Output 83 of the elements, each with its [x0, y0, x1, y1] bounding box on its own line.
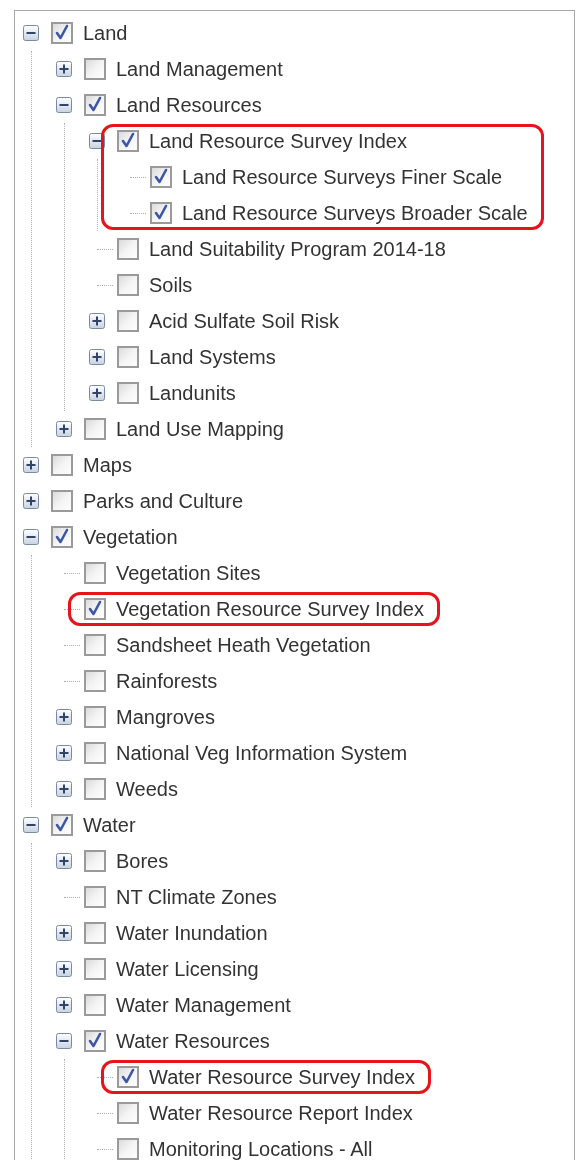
layer-label[interactable]: Land Systems	[149, 345, 276, 369]
layer-label[interactable]: Water Inundation	[116, 921, 268, 945]
checkbox[interactable]	[51, 490, 73, 512]
layer-label[interactable]: Land Use Mapping	[116, 417, 284, 441]
checkbox[interactable]	[84, 562, 106, 584]
checkbox[interactable]	[84, 922, 106, 944]
checkbox[interactable]	[84, 778, 106, 800]
checkbox[interactable]	[117, 1066, 139, 1088]
collapse-icon[interactable]	[56, 97, 72, 113]
layer-label[interactable]: Land Resources	[116, 93, 262, 117]
layer-label[interactable]: Mangroves	[116, 705, 215, 729]
layer-label[interactable]: Land Resource Surveys Finer Scale	[182, 165, 503, 189]
collapse-icon[interactable]	[56, 1033, 72, 1049]
checkbox[interactable]	[51, 526, 73, 548]
expand-icon[interactable]	[56, 853, 72, 869]
checkbox[interactable]	[84, 958, 106, 980]
checkbox[interactable]	[84, 706, 106, 728]
checkbox[interactable]	[117, 346, 139, 368]
checkbox[interactable]	[84, 634, 106, 656]
layer-label[interactable]: Rainforests	[116, 669, 218, 693]
checkbox[interactable]	[84, 94, 106, 116]
checkbox[interactable]	[84, 994, 106, 1016]
layer-label[interactable]: NT Climate Zones	[116, 885, 277, 909]
layer-label[interactable]: Water	[83, 813, 136, 837]
layer-label[interactable]: Land Management	[116, 57, 283, 81]
checkbox[interactable]	[84, 1030, 106, 1052]
expand-icon[interactable]	[56, 709, 72, 725]
layer-label[interactable]: Landunits	[149, 381, 236, 405]
layer-label[interactable]: Vegetation Resource Survey Index	[116, 597, 424, 621]
expand-icon[interactable]	[56, 61, 72, 77]
checkbox[interactable]	[117, 382, 139, 404]
layer-label[interactable]: Sandsheet Heath Vegetation	[116, 633, 371, 657]
layer-label[interactable]: National Veg Information System	[116, 741, 408, 765]
expand-icon[interactable]	[89, 349, 105, 365]
layer-label[interactable]: Vegetation Sites	[116, 561, 261, 585]
checkbox[interactable]	[117, 310, 139, 332]
expand-icon[interactable]	[56, 997, 72, 1013]
checkbox[interactable]	[117, 130, 139, 152]
collapse-icon[interactable]	[23, 817, 39, 833]
layer-label[interactable]: Water Resource Report Index	[149, 1101, 413, 1125]
layer-label[interactable]: Land Suitability Program 2014-18	[149, 237, 446, 261]
checkbox[interactable]	[84, 886, 106, 908]
expand-icon[interactable]	[23, 457, 39, 473]
expand-icon[interactable]	[56, 781, 72, 797]
expand-icon[interactable]	[56, 745, 72, 761]
collapse-icon[interactable]	[23, 25, 39, 41]
layer-label[interactable]: Land Resource Survey Index	[149, 129, 407, 153]
expand-icon[interactable]	[56, 961, 72, 977]
checkbox[interactable]	[84, 670, 106, 692]
collapse-icon[interactable]	[23, 529, 39, 545]
expand-icon[interactable]	[89, 385, 105, 401]
layer-label[interactable]: Water Resources	[116, 1029, 270, 1053]
checkbox[interactable]	[117, 274, 139, 296]
layer-label[interactable]: Parks and Culture	[83, 489, 244, 513]
checkbox[interactable]	[51, 454, 73, 476]
layer-label[interactable]: Vegetation	[83, 525, 178, 549]
layer-label[interactable]: Land	[83, 21, 128, 45]
checkbox[interactable]	[117, 238, 139, 260]
checkbox[interactable]	[84, 58, 106, 80]
checkbox[interactable]	[150, 202, 172, 224]
expand-icon[interactable]	[89, 313, 105, 329]
expand-icon[interactable]	[56, 925, 72, 941]
layer-label[interactable]: Acid Sulfate Soil Risk	[149, 309, 340, 333]
expand-icon[interactable]	[56, 421, 72, 437]
layer-label[interactable]: Water Resource Survey Index	[149, 1065, 416, 1089]
layer-label[interactable]: Bores	[116, 849, 169, 873]
layer-label[interactable]: Monitoring Locations - All	[149, 1137, 373, 1160]
checkbox[interactable]	[84, 850, 106, 872]
checkbox[interactable]	[84, 742, 106, 764]
checkbox[interactable]	[51, 22, 73, 44]
layer-label[interactable]: Maps	[83, 453, 132, 477]
expand-icon[interactable]	[23, 493, 39, 509]
layer-label[interactable]: Soils	[149, 273, 193, 297]
checkbox[interactable]	[117, 1138, 139, 1160]
layer-label[interactable]: Water Licensing	[116, 957, 259, 981]
checkbox[interactable]	[150, 166, 172, 188]
checkbox[interactable]	[84, 598, 106, 620]
checkbox[interactable]	[84, 418, 106, 440]
layer-label[interactable]: Weeds	[116, 777, 178, 801]
layer-label[interactable]: Water Management	[116, 993, 291, 1017]
checkbox[interactable]	[117, 1102, 139, 1124]
layer-label[interactable]: Land Resource Surveys Broader Scale	[182, 201, 528, 225]
checkbox[interactable]	[51, 814, 73, 836]
